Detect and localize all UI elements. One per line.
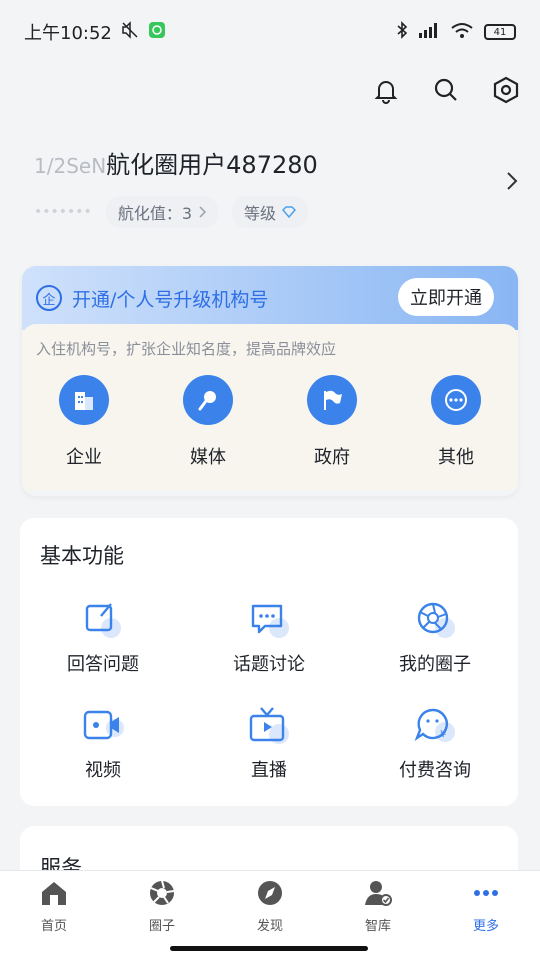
level-label: 等级 [244, 204, 277, 223]
org-type-other[interactable]: 其他 [406, 375, 506, 469]
profile-section[interactable]: 1/2SeN航化圈用户487280 ••••••• 航化值：3 等级 [34, 145, 524, 228]
mute-icon [120, 20, 140, 45]
tab-home[interactable]: 首页 [0, 871, 108, 960]
enterprise-badge-icon: 企 [36, 285, 62, 311]
org-type-label: 企业 [66, 447, 102, 468]
tab-label: 更多 [472, 919, 499, 934]
tab-label: 发现 [256, 919, 283, 934]
profile-stats-row: ••••••• 航化值：3 等级 [34, 196, 524, 228]
diamond-icon [281, 203, 297, 222]
hangkhua-value-pill[interactable]: 航化值：3 [105, 196, 218, 228]
more-dots-icon [471, 879, 501, 911]
profile-chevron-right-icon [506, 171, 518, 195]
compass-icon [256, 879, 284, 911]
feature-live-stream[interactable]: 直播 [186, 706, 352, 782]
basic-features-grid: 回答问题 话题讨论 我的圈子 视频 直播 ¥ 付费咨询 [20, 600, 518, 782]
feature-label: 话题讨论 [233, 654, 305, 675]
expert-icon [363, 879, 393, 911]
tv-icon [247, 706, 291, 746]
profile-name: 1/2SeN航化圈用户487280 [34, 145, 524, 180]
paid-consult-icon: ¥ [413, 706, 457, 746]
org-card-title: 开通/个人号升级机构号 [72, 288, 269, 311]
org-upgrade-card: 企 开通/个人号升级机构号 立即开通 入住机构号，扩张企业知名度，提高品牌效应 … [22, 266, 518, 496]
battery-indicator: 41 [484, 24, 516, 40]
org-type-label: 其他 [438, 447, 474, 468]
tab-label: 智库 [364, 919, 391, 934]
svg-text:¥: ¥ [440, 729, 446, 740]
more-dots-icon [431, 375, 481, 425]
feature-paid-consult[interactable]: ¥ 付费咨询 [352, 706, 518, 782]
microphone-icon [183, 375, 233, 425]
aperture-icon [413, 600, 457, 640]
top-actions [370, 74, 522, 106]
status-time: 上午10:52 [24, 23, 112, 44]
tab-more[interactable]: 更多 [432, 871, 540, 960]
feature-label: 视频 [85, 760, 121, 781]
profile-blurred-info: ••••••• [34, 204, 92, 220]
status-right: 41 [396, 21, 516, 43]
bluetooth-icon [396, 21, 408, 43]
aperture-icon [148, 879, 176, 911]
org-card-header: 企 开通/个人号升级机构号 立即开通 [22, 266, 518, 330]
hangkhua-value-label: 航化值：3 [117, 204, 192, 223]
feature-my-circles[interactable]: 我的圈子 [352, 600, 518, 676]
feature-topic-discussion[interactable]: 话题讨论 [186, 600, 352, 676]
basic-features-title: 基本功能 [40, 544, 124, 568]
activate-now-button[interactable]: 立即开通 [398, 278, 494, 316]
feature-video[interactable]: 视频 [20, 706, 186, 782]
org-type-label: 政府 [314, 447, 350, 468]
video-camera-icon [81, 706, 125, 746]
level-pill[interactable]: 等级 [232, 196, 309, 228]
org-card-body: 入住机构号，扩张企业知名度，提高品牌效应 企业 媒体 政府 其他 [22, 324, 518, 490]
org-type-list: 企业 媒体 政府 其他 [22, 359, 518, 469]
building-icon [59, 375, 109, 425]
org-type-media[interactable]: 媒体 [158, 375, 258, 469]
basic-features-card: 基本功能 回答问题 话题讨论 我的圈子 视频 直播 ¥ 付费咨询 [20, 518, 518, 806]
signal-icon [418, 22, 440, 42]
org-type-government[interactable]: 政府 [282, 375, 382, 469]
feature-label: 回答问题 [67, 654, 139, 675]
profile-name-text: 航化圈用户487280 [106, 151, 318, 179]
notification-bell-icon[interactable] [370, 74, 402, 106]
edit-icon [81, 600, 125, 640]
flag-icon [307, 375, 357, 425]
org-type-enterprise[interactable]: 企业 [34, 375, 134, 469]
feature-answer-questions[interactable]: 回答问题 [20, 600, 186, 676]
chevron-right-icon [198, 203, 207, 222]
feature-label: 我的圈子 [399, 654, 471, 675]
app-notification-icon [148, 21, 166, 44]
feature-label: 付费咨询 [399, 760, 471, 781]
profile-name-blurred: 1/2SeN [34, 154, 107, 178]
status-left: 上午10:52 [24, 19, 166, 45]
home-icon [39, 879, 69, 911]
tab-label: 圈子 [148, 919, 175, 934]
settings-icon[interactable] [490, 74, 522, 106]
chat-icon [247, 600, 291, 640]
wifi-icon [450, 21, 474, 43]
home-indicator[interactable] [170, 946, 368, 951]
feature-label: 直播 [251, 760, 287, 781]
org-card-description: 入住机构号，扩张企业知名度，提高品牌效应 [36, 340, 337, 358]
search-icon[interactable] [430, 74, 462, 106]
org-type-label: 媒体 [190, 447, 226, 468]
tab-label: 首页 [40, 919, 67, 934]
status-bar: 上午10:52 41 [0, 0, 540, 64]
